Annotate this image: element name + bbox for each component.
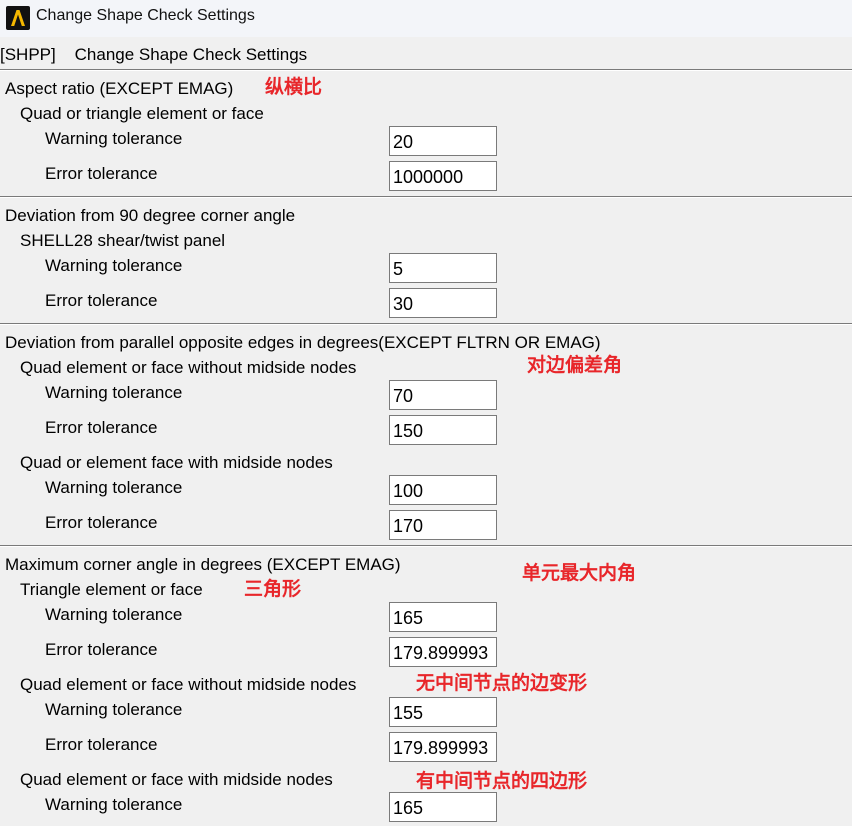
maxangle-quad-warning-label: Warning tolerance [45,700,183,719]
maxangle-tri-warning-label: Warning tolerance [45,605,183,624]
ansys-logo-icon [6,6,30,30]
deviation90-error-label: Error tolerance [45,291,158,310]
command-title: Change Shape Check Settings [74,45,308,64]
maxangle-quad-annotation: 无中间节点的边变形 [416,672,588,694]
deviation90-sublabel: SHELL28 shear/twist panel [20,231,226,250]
aspect-ratio-annotation: 纵横比 [265,76,323,98]
parallel-nomid-error-label: Error tolerance [45,418,158,437]
parallel-sublabel-no-midside: Quad element or face without midside nod… [20,358,357,377]
maxangle-quadmid-annotation: 有中间节点的四边形 [416,770,588,792]
parallel-nomid-error-input[interactable] [389,415,497,445]
deviation90-error-input[interactable] [389,288,497,318]
parallel-header: Deviation from parallel opposite edges i… [5,333,601,352]
maxangle-quad-warning-input[interactable] [389,697,497,727]
parallel-annotation: 对边偏差角 [527,354,623,376]
deviation90-header: Deviation from 90 degree corner angle [5,206,296,225]
maxangle-quad-error-label: Error tolerance [45,735,158,754]
aspect-error-input[interactable] [389,161,497,191]
aspect-error-label: Error tolerance [45,164,158,183]
aspect-ratio-header: Aspect ratio (EXCEPT EMAG) [5,79,234,98]
maxangle-quad-sublabel: Quad element or face without midside nod… [20,675,357,694]
command-code: [SHPP] [0,45,56,64]
parallel-mid-error-label: Error tolerance [45,513,158,532]
maxangle-triangle-annotation: 三角形 [244,578,302,600]
parallel-mid-error-input[interactable] [389,510,497,540]
command-header: [SHPP] Change Shape Check Settings [0,45,307,65]
deviation90-warning-label: Warning tolerance [45,256,183,275]
aspect-warning-input[interactable] [389,126,497,156]
title-bar: Change Shape Check Settings [0,0,852,37]
parallel-nomid-warning-input[interactable] [389,380,497,410]
maxangle-quad-error-input[interactable] [389,732,497,762]
maxangle-tri-error-input[interactable] [389,637,497,667]
maxangle-annotation: 单元最大内角 [522,562,637,584]
section-divider [0,69,852,71]
maxangle-header: Maximum corner angle in degrees (EXCEPT … [5,555,401,574]
maxangle-quadmid-sublabel: Quad element or face with midside nodes [20,770,333,789]
maxangle-quadmid-warning-label: Warning tolerance [45,795,183,814]
parallel-mid-warning-input[interactable] [389,475,497,505]
window-title: Change Shape Check Settings [36,7,255,24]
maxangle-triangle-sublabel: Triangle element or face [20,580,203,599]
maxangle-tri-error-label: Error tolerance [45,640,158,659]
section-divider [0,323,852,325]
parallel-sublabel-midside: Quad or element face with midside nodes [20,453,333,472]
maxangle-quadmid-warning-input[interactable] [389,792,497,822]
parallel-nomid-warning-label: Warning tolerance [45,383,183,402]
section-divider [0,196,852,198]
section-divider [0,545,852,547]
aspect-ratio-sublabel: Quad or triangle element or face [20,104,264,123]
deviation90-warning-input[interactable] [389,253,497,283]
parallel-mid-warning-label: Warning tolerance [45,478,183,497]
maxangle-tri-warning-input[interactable] [389,602,497,632]
aspect-warning-label: Warning tolerance [45,129,183,148]
